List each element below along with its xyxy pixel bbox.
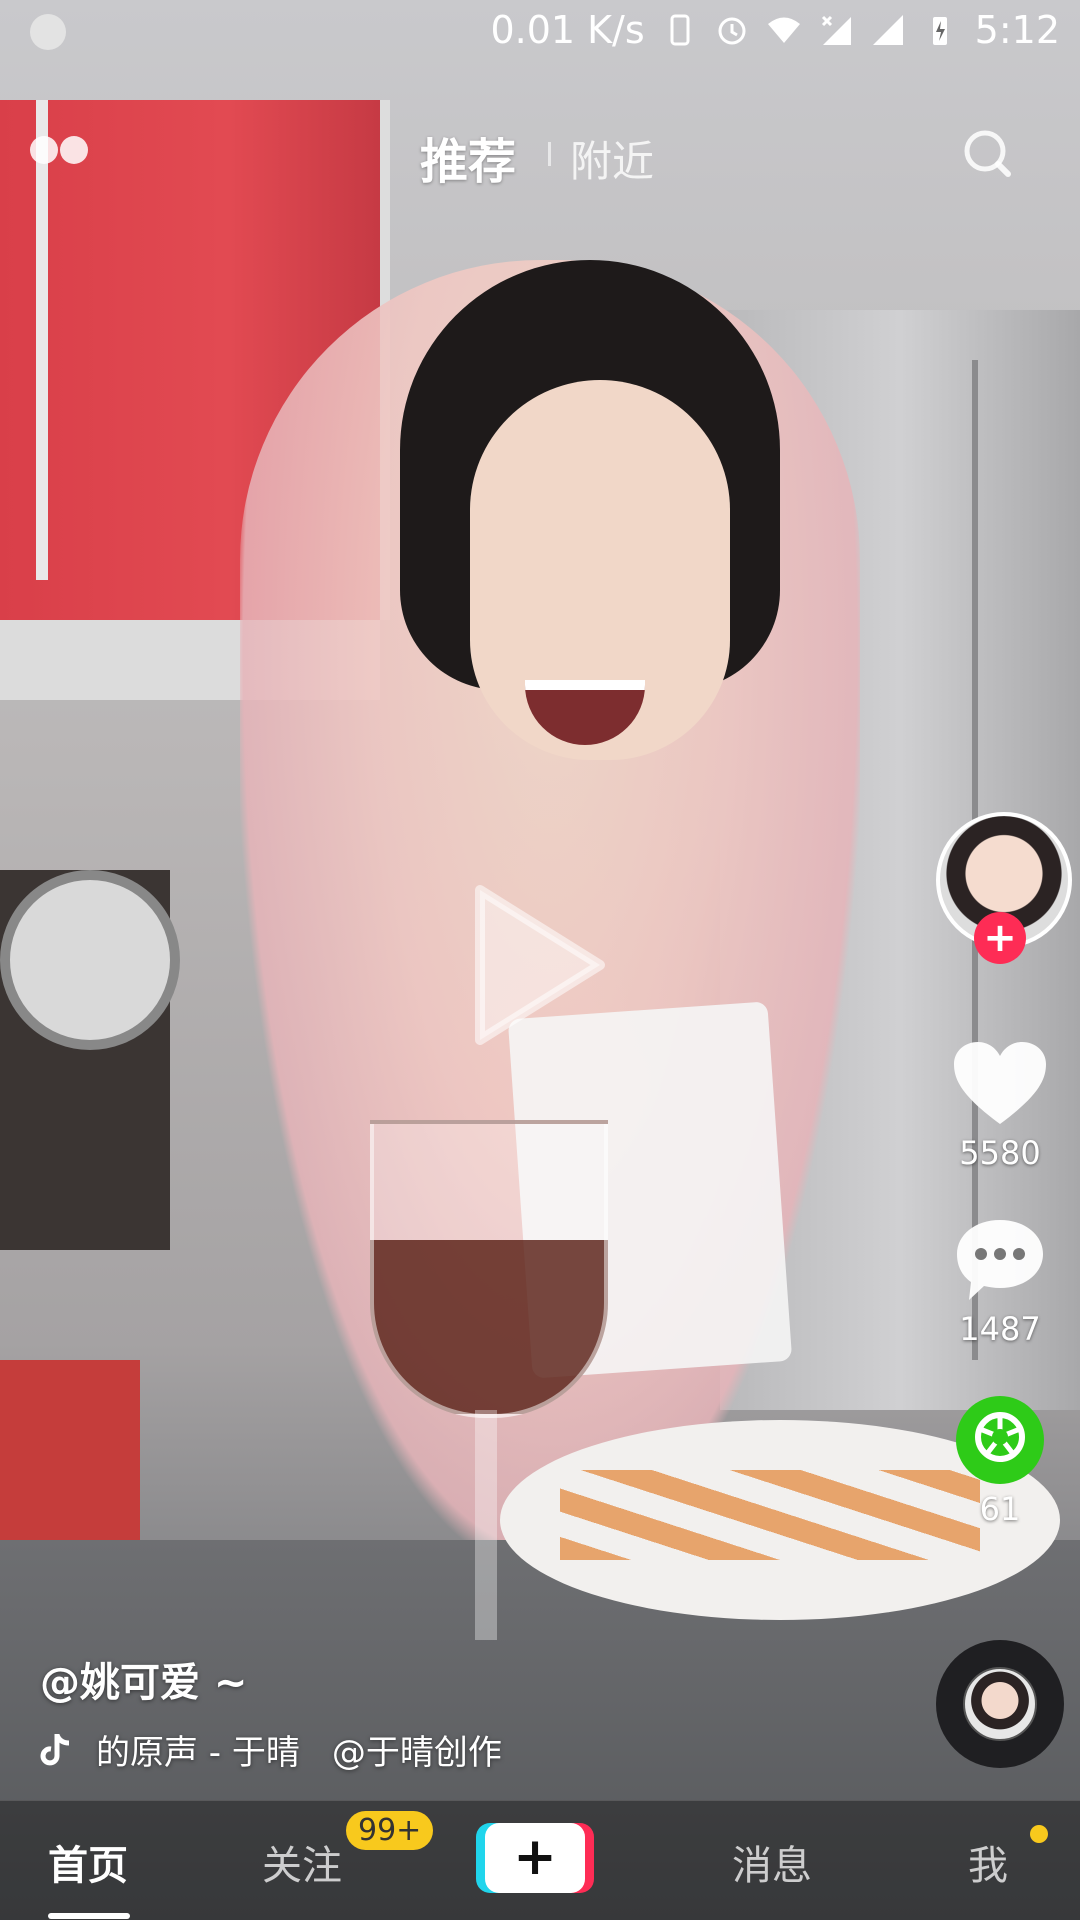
signal-icon bbox=[872, 15, 903, 45]
bottom-nav: 首页 关注 99+ + 消息 我 bbox=[0, 1800, 1080, 1920]
signal-x-icon bbox=[821, 15, 851, 45]
comment-count: 1487 bbox=[959, 1310, 1041, 1348]
video-glass-stem bbox=[475, 1410, 497, 1640]
alarm-icon bbox=[718, 17, 746, 45]
status-bar: 0.01 K/s 5:12 bbox=[0, 0, 1080, 64]
nav-messages[interactable]: 消息 bbox=[732, 1833, 812, 1891]
phone-icon bbox=[670, 14, 690, 46]
menu-dots-icon[interactable] bbox=[30, 136, 94, 166]
create-video-button[interactable]: + bbox=[476, 1823, 594, 1893]
video-food bbox=[560, 1470, 980, 1560]
play-icon[interactable] bbox=[470, 880, 610, 1050]
battery-charging-icon bbox=[932, 17, 947, 45]
like-count: 5580 bbox=[959, 1134, 1041, 1172]
comment-icon bbox=[957, 1220, 1043, 1300]
tab-divider bbox=[548, 142, 551, 166]
tiktok-note-icon bbox=[40, 1733, 70, 1765]
music-title: 的原声 - 于晴 bbox=[96, 1733, 300, 1773]
tab-nearby[interactable]: 附近 bbox=[570, 128, 654, 189]
heart-icon bbox=[954, 1042, 1046, 1124]
nav-active-indicator bbox=[48, 1913, 130, 1919]
video-background-rice-cooker bbox=[0, 870, 180, 1050]
video-feed-screen[interactable]: 0.01 K/s 5:12 推荐 附近 + 5580 1487 61 @姚可爱 … bbox=[0, 0, 1080, 1920]
author-name[interactable]: @姚可爱 ~ bbox=[40, 1650, 247, 1708]
music-credit: @于晴创作 bbox=[331, 1733, 502, 1773]
music-info[interactable]: 的原声 - 于晴 @于晴创作 bbox=[40, 1725, 502, 1774]
loading-icon bbox=[30, 14, 66, 50]
status-right: 0.01 K/s 5:12 bbox=[490, 8, 1060, 52]
nav-follow[interactable]: 关注 bbox=[262, 1833, 342, 1891]
comment-button[interactable]: 1487 bbox=[930, 1216, 1070, 1348]
share-button[interactable]: 61 bbox=[930, 1396, 1070, 1528]
wifi-icon bbox=[767, 17, 800, 43]
wechat-moments-share-icon bbox=[956, 1396, 1044, 1484]
notification-dot bbox=[1030, 1825, 1048, 1843]
like-button[interactable]: 5580 bbox=[930, 1040, 1070, 1172]
nav-me[interactable]: 我 bbox=[968, 1833, 1008, 1891]
follow-badge: 99+ bbox=[346, 1811, 434, 1850]
nav-home[interactable]: 首页 bbox=[48, 1833, 128, 1891]
tab-recommend[interactable]: 推荐 bbox=[420, 122, 516, 192]
music-disc[interactable] bbox=[936, 1640, 1064, 1768]
top-tab-bar: 推荐 附近 bbox=[0, 110, 1080, 190]
network-speed: 0.01 K/s bbox=[490, 8, 645, 52]
search-icon[interactable] bbox=[962, 128, 1012, 178]
video-wine-glass bbox=[370, 1120, 608, 1418]
follow-plus-button[interactable]: + bbox=[974, 912, 1026, 964]
music-disc-cover bbox=[963, 1667, 1037, 1741]
plus-icon: + bbox=[485, 1823, 585, 1893]
share-count: 61 bbox=[979, 1490, 1021, 1528]
clock: 5:12 bbox=[974, 8, 1060, 52]
